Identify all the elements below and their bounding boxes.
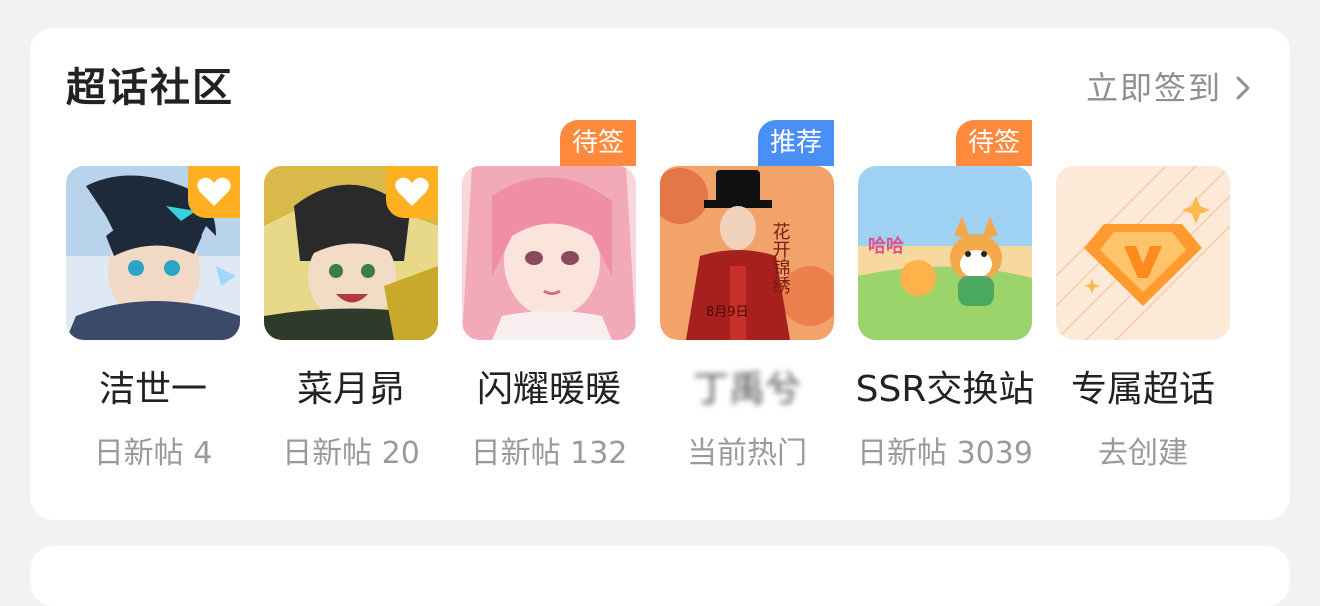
topic-avatar	[462, 166, 636, 340]
topic-avatar: 花开锦绣 8月9日	[660, 166, 834, 340]
heart-icon	[197, 177, 231, 206]
topic-avatar: 哈哈	[858, 166, 1032, 340]
topic-avatar	[1056, 166, 1230, 340]
sign-in-button[interactable]: 立即签到	[1086, 66, 1254, 110]
section-title: 超话社区	[66, 65, 234, 111]
status-badge: 待签	[559, 120, 636, 166]
topic-subtitle: 去创建	[1098, 436, 1188, 471]
favorite-badge	[188, 166, 240, 218]
sign-in-label: 立即签到	[1085, 69, 1222, 107]
heart-icon	[395, 177, 429, 206]
poster-date-text: 8月9日	[706, 305, 749, 320]
topic-name: 专属超话	[1070, 369, 1215, 410]
sticker-text: 哈哈	[868, 235, 904, 257]
favorite-badge	[386, 166, 438, 218]
super-topic-card: 超话社区 立即签到 洁世一 日新帖 4 菜月昴 日新帖 20 待签 闪耀暖暖 日…	[30, 28, 1290, 520]
poster-title-text: 花开锦绣	[770, 222, 791, 295]
status-badge: 推荐	[757, 120, 834, 166]
topic-list: 洁世一 日新帖 4 菜月昴 日新帖 20 待签 闪耀暖暖 日新帖 132 花开锦…	[66, 120, 1266, 486]
chevron-right-icon	[1236, 76, 1250, 100]
status-badge: 待签	[955, 120, 1032, 166]
next-section-card	[30, 546, 1290, 606]
